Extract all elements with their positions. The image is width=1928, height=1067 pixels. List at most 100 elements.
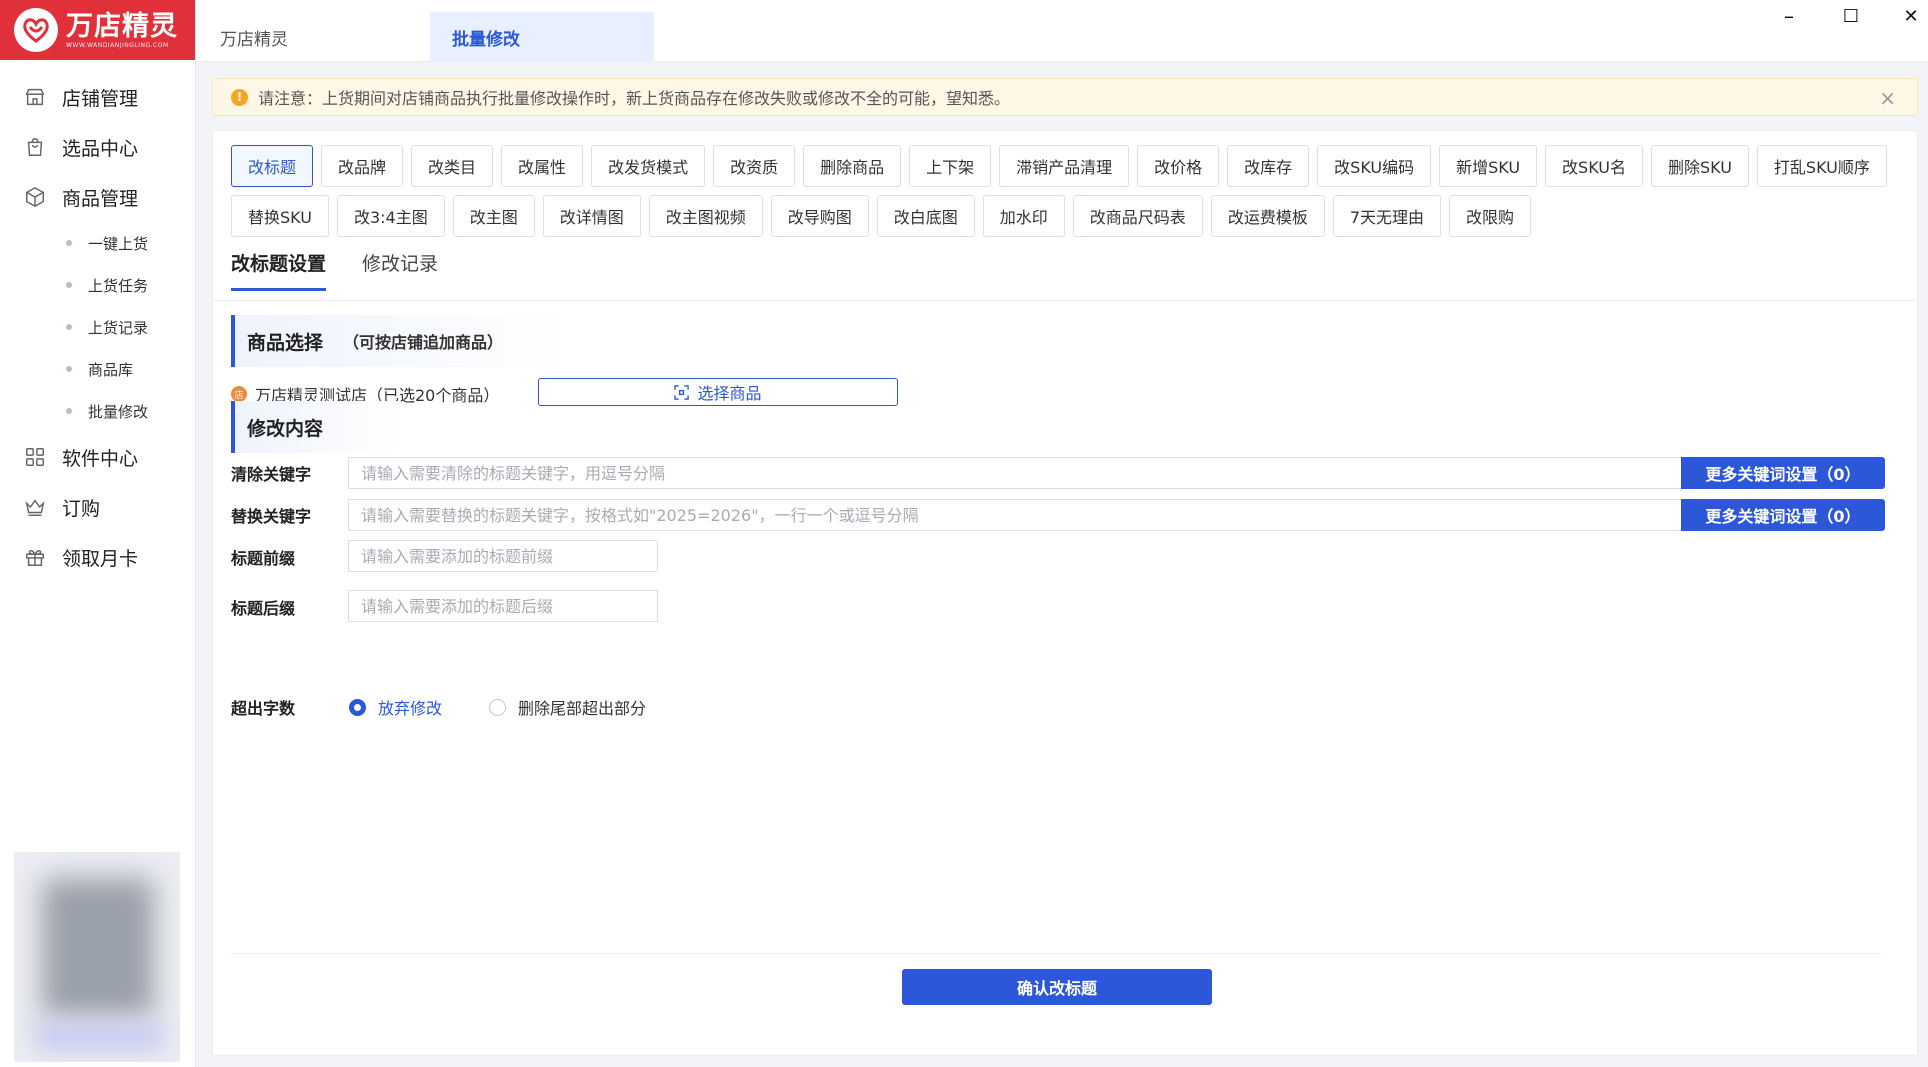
radio-checked-icon bbox=[349, 698, 366, 716]
bullet-icon bbox=[66, 408, 72, 414]
app-name: 万店精灵 bbox=[66, 10, 178, 42]
box-icon bbox=[26, 186, 44, 208]
sidebar-item-label: 选品中心 bbox=[62, 137, 139, 160]
title-suffix-input[interactable] bbox=[348, 590, 658, 622]
op-button[interactable]: 改类目 bbox=[411, 145, 494, 187]
radio-delete-overflow[interactable]: 删除尾部超出部分 bbox=[489, 695, 646, 719]
sidebar-item-products[interactable]: 商品管理 bbox=[0, 172, 195, 222]
tab-batch-edit[interactable]: 批量修改 bbox=[430, 12, 654, 62]
sidebar-item-monthly-card[interactable]: 领取月卡 bbox=[0, 532, 195, 582]
op-button[interactable]: 改限购 bbox=[1449, 195, 1532, 237]
more-keyword-settings-button[interactable]: 更多关键词设置（0） bbox=[1681, 499, 1885, 531]
subtab-title-settings[interactable]: 改标题设置 bbox=[231, 243, 327, 291]
op-button[interactable]: 改SKU名 bbox=[1545, 145, 1643, 187]
op-button[interactable]: 改详情图 bbox=[542, 195, 641, 237]
op-button[interactable]: 7天无理由 bbox=[1332, 195, 1442, 237]
shopping-bag-icon bbox=[27, 138, 43, 156]
edit-panel: 改标题 改品牌 改类目 改属性 改发货模式 改资质 删除商品 上下架 滞销产品清理 改价格 改库存改… bbox=[212, 130, 1918, 1056]
app-url: WWW.WANDIANJINGLING.COM bbox=[66, 41, 169, 49]
radio-label: 放弃修改 bbox=[378, 699, 443, 718]
op-button[interactable]: 改资质 bbox=[713, 145, 796, 187]
section-product-selection: 商品选择 （可按店铺追加商品） bbox=[231, 315, 571, 367]
sidebar-subitem-label: 上货记录 bbox=[88, 318, 149, 337]
sidebar-subitem-records[interactable]: 上货记录 bbox=[0, 306, 195, 348]
op-button[interactable]: 改运费模板 bbox=[1210, 195, 1325, 237]
sidebar-subitem-tasks[interactable]: 上货任务 bbox=[0, 264, 195, 306]
radio-abandon-modify[interactable]: 放弃修改 bbox=[349, 695, 442, 719]
sidebar-item-store[interactable]: 店铺管理 bbox=[0, 72, 195, 122]
radio-unchecked-icon bbox=[489, 698, 506, 716]
subtab-history[interactable]: 修改记录 bbox=[362, 243, 438, 291]
op-button[interactable]: 滞销产品清理 bbox=[999, 145, 1130, 187]
op-button[interactable]: 改库存 bbox=[1227, 145, 1310, 187]
title-prefix-input[interactable] bbox=[348, 540, 658, 572]
bullet-icon bbox=[66, 282, 72, 288]
op-button[interactable]: 改商品尺码表 bbox=[1072, 195, 1203, 237]
maximize-icon[interactable]: ☐ bbox=[1836, 4, 1866, 28]
select-products-label: 选择商品 bbox=[697, 384, 762, 403]
op-button[interactable]: 删除SKU bbox=[1650, 145, 1749, 187]
sidebar-subitem-label: 批量修改 bbox=[88, 402, 149, 421]
op-button[interactable]: 改3:4主图 bbox=[336, 195, 445, 237]
section-title: 商品选择 bbox=[247, 331, 324, 354]
more-keyword-settings-button[interactable]: 更多关键词设置（0） bbox=[1681, 457, 1885, 489]
op-button[interactable]: 改主图 bbox=[452, 195, 535, 237]
sidebar-subitem-library[interactable]: 商品库 bbox=[0, 348, 195, 390]
sidebar-item-label: 软件中心 bbox=[62, 447, 139, 470]
select-products-button[interactable]: 选择商品 bbox=[538, 378, 898, 406]
sidebar-item-label: 店铺管理 bbox=[62, 87, 139, 110]
op-button[interactable]: 打乱SKU顺序 bbox=[1756, 145, 1887, 187]
close-icon[interactable]: ✕ bbox=[1896, 4, 1926, 28]
op-button[interactable]: 改导购图 bbox=[770, 195, 869, 237]
bullet-icon bbox=[66, 240, 72, 246]
clear-keyword-input[interactable] bbox=[348, 457, 1683, 489]
confirm-title-button[interactable]: 确认改标题 bbox=[902, 969, 1212, 1005]
sidebar-item-software[interactable]: 软件中心 bbox=[0, 432, 195, 482]
op-button[interactable]: 改白底图 bbox=[876, 195, 975, 237]
clear-keyword-label: 清除关键字 bbox=[231, 465, 312, 484]
op-button[interactable]: 改属性 bbox=[501, 145, 584, 187]
op-button[interactable]: 删除商品 bbox=[803, 145, 902, 187]
op-button[interactable]: 加水印 bbox=[982, 195, 1065, 237]
operation-buttons: 改标题 改品牌 改类目 改属性 改发货模式 改资质 删除商品 上下架 滞销产品清理 改价格 改库存改… bbox=[231, 145, 1911, 237]
bullet-icon bbox=[66, 324, 72, 330]
op-button[interactable]: 替换SKU bbox=[231, 195, 329, 237]
sidebar-subitem-batch-edit[interactable]: 批量修改 bbox=[0, 390, 195, 432]
sidebar-subitem-upload[interactable]: 一键上货 bbox=[0, 222, 195, 264]
divider bbox=[213, 300, 1917, 301]
grid-icon bbox=[26, 448, 44, 466]
op-button[interactable]: 改主图视频 bbox=[648, 195, 763, 237]
op-button[interactable]: 改价格 bbox=[1137, 145, 1220, 187]
sidebar-subitem-label: 一键上货 bbox=[88, 234, 149, 253]
sidebar-item-selection[interactable]: 选品中心 bbox=[0, 122, 195, 172]
logo-icon bbox=[14, 8, 58, 52]
minimize-icon[interactable]: – bbox=[1774, 4, 1804, 28]
section-modify-content: 修改内容 bbox=[231, 401, 401, 453]
crown-icon bbox=[25, 499, 45, 516]
gift-icon bbox=[26, 549, 44, 566]
sidebar-item-label: 领取月卡 bbox=[62, 547, 139, 570]
section-subtitle: （可按店铺追加商品） bbox=[343, 333, 504, 352]
notice-text: 请注意：上货期间对店铺商品执行批量修改操作时，新上货商品存在修改失败或修改不全的… bbox=[258, 89, 1011, 108]
replace-keyword-label: 替换关键字 bbox=[231, 507, 312, 526]
radio-label: 删除尾部超出部分 bbox=[518, 699, 647, 718]
title-suffix-label: 标题后缀 bbox=[231, 599, 296, 618]
sidebar-item-subscribe[interactable]: 订购 bbox=[0, 482, 195, 532]
tab-home[interactable]: 万店精灵 bbox=[220, 12, 288, 62]
replace-keyword-input[interactable] bbox=[348, 499, 1683, 531]
op-button[interactable]: 改标题 bbox=[231, 145, 314, 187]
op-button[interactable]: 改SKU编码 bbox=[1317, 145, 1432, 187]
overflow-label: 超出字数 bbox=[231, 699, 296, 718]
op-button[interactable]: 改发货模式 bbox=[591, 145, 706, 187]
sidebar-subitem-label: 商品库 bbox=[88, 360, 134, 379]
op-button[interactable]: 新增SKU bbox=[1439, 145, 1538, 187]
footer-divider bbox=[231, 953, 1881, 954]
op-button[interactable]: 上下架 bbox=[909, 145, 992, 187]
subtabs: 改标题设置 修改记录 bbox=[231, 243, 474, 291]
sidebar-item-label: 订购 bbox=[62, 497, 101, 520]
store-icon bbox=[25, 88, 45, 106]
op-button[interactable]: 改品牌 bbox=[321, 145, 404, 187]
notice-close-icon[interactable]: × bbox=[1879, 86, 1896, 110]
sidebar-item-label: 商品管理 bbox=[62, 187, 139, 210]
sidebar: 万店精灵 WWW.WANDIANJINGLING.COM 店铺管理 选品中心 商… bbox=[0, 0, 196, 1067]
